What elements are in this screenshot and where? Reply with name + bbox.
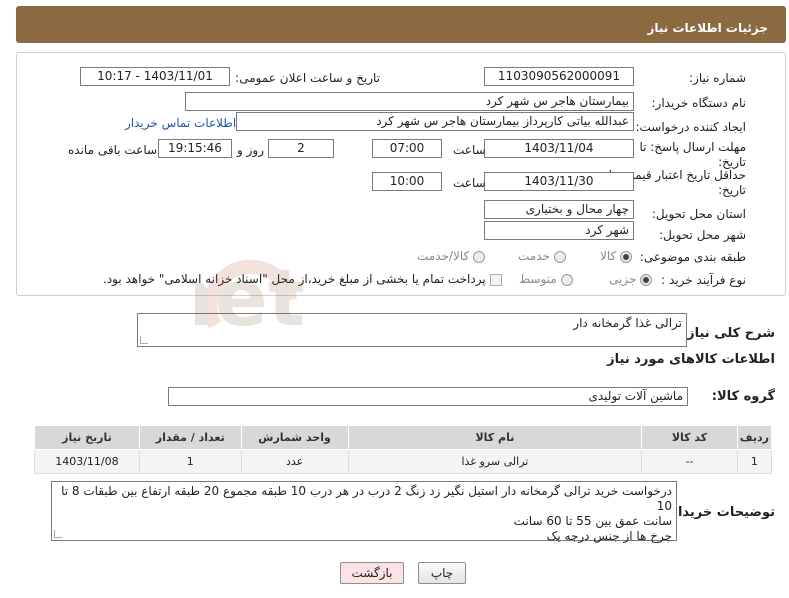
province-label: استان محل تحویل: — [651, 207, 746, 221]
page-title: جزئیات اطلاعات نیاز — [647, 21, 768, 35]
process-radio-medium[interactable]: متوسط — [519, 272, 573, 286]
announce-date-field: 1403/11/01 - 10:17 — [80, 67, 230, 86]
need-number-label: شماره نیاز: — [689, 71, 746, 85]
buyer-notes-line-2: سانت عمق بین 55 تا 60 سانت — [513, 514, 672, 528]
summary-label: شرح کلی نیاز: — [681, 326, 775, 341]
buyer-field: بیمارستان هاجر س شهر کرد — [185, 92, 634, 111]
buyer-notes-label: توضیحات خریدار: — [665, 505, 775, 520]
goods-group-field: ماشین آلات تولیدی — [168, 387, 688, 406]
table-row: 1 -- ترالی سرو غذا عدد 1 1403/11/08 — [34, 449, 773, 474]
category-service-label: خدمت — [518, 249, 550, 263]
process-radio-minor[interactable]: جزیی — [609, 272, 653, 286]
reply-days-label: روز و — [237, 143, 264, 157]
goods-group-label: گروه کالا: — [711, 389, 775, 404]
radio-icon[interactable] — [553, 250, 566, 263]
col-header-goods-code: کد کالا — [641, 425, 738, 450]
resize-handle-icon[interactable] — [140, 336, 148, 344]
cell-goods-name: ترالی سرو غذا — [347, 449, 643, 474]
reply-deadline-label-2: تاریخ: — [718, 155, 746, 169]
summary-text: ترالی غذا گرمخانه دار — [573, 316, 682, 330]
creator-field: عبدالله بیاتی کارپرداز بیمارستان هاجر س … — [236, 112, 634, 131]
resize-handle-icon[interactable] — [54, 530, 62, 538]
reply-time-label: ساعت — [453, 143, 486, 157]
category-radio-goods[interactable]: کالا — [600, 249, 633, 263]
category-radio-both[interactable]: کالا/خدمت — [417, 249, 486, 263]
col-header-quantity: تعداد / مقدار — [138, 425, 242, 450]
back-button[interactable]: بازگشت — [340, 562, 404, 584]
process-medium-label: متوسط — [519, 272, 557, 286]
treasury-payment-checkbox[interactable]: پرداخت تمام یا بخشی از مبلغ خرید،از محل … — [103, 272, 502, 286]
province-field: چهار محال و بختیاری — [484, 200, 634, 219]
city-field: شهر کرد — [484, 221, 634, 240]
radio-selected-icon[interactable] — [620, 250, 633, 263]
buyer-notes-line-3: چرخ ها از جنس درجه یک — [546, 529, 672, 543]
reply-days-field: 2 — [268, 139, 334, 158]
reply-time-field: 07:00 — [372, 139, 442, 158]
category-label: طبقه بندی موضوعی: — [639, 250, 746, 264]
remaining-time-label: ساعت باقی مانده — [68, 143, 158, 157]
buyer-label: نام دستگاه خریدار: — [651, 96, 747, 110]
radio-selected-icon[interactable] — [640, 273, 653, 286]
city-label: شهر محل تحویل: — [659, 228, 746, 242]
announce-date-label: تاریخ و ساعت اعلان عمومی: — [235, 71, 380, 85]
buyer-notes-textarea: درخواست خرید ترالی گرمخانه دار استیل نگی… — [51, 481, 677, 543]
cell-unit: عدد — [240, 449, 349, 474]
price-deadline-label-2: تاریخ: — [718, 183, 746, 197]
radio-icon[interactable] — [473, 250, 486, 263]
category-both-label: کالا/خدمت — [417, 249, 470, 263]
category-radio-service[interactable]: خدمت — [518, 249, 566, 263]
process-label: نوع فرآیند خرید : — [661, 273, 746, 287]
buyer-contact-link[interactable]: اطلاعات تماس خریدار — [125, 116, 236, 130]
cell-quantity: 1 — [138, 449, 242, 474]
need-number-field: 1103090562000091 — [484, 67, 634, 86]
radio-icon[interactable] — [560, 273, 573, 286]
goods-table-header-row: ردیف کد کالا نام کالا واحد شمارش تعداد /… — [34, 425, 773, 450]
col-header-goods-name: نام کالا — [347, 425, 643, 450]
reply-deadline-label: مهلت ارسال پاسخ: تا — [639, 140, 746, 154]
print-button[interactable]: چاپ — [418, 562, 466, 584]
buyer-notes-line-1: درخواست خرید ترالی گرمخانه دار استیل نگی… — [61, 484, 672, 513]
col-header-unit: واحد شمارش — [240, 425, 349, 450]
price-date-field: 1403/11/30 — [484, 172, 634, 191]
checkbox-icon[interactable] — [489, 273, 502, 286]
cell-goods-code: -- — [641, 449, 738, 474]
cell-need-date: 1403/11/08 — [34, 449, 140, 474]
treasury-payment-text: پرداخت تمام یا بخشی از مبلغ خرید،از محل … — [103, 272, 486, 286]
goods-info-title: اطلاعات کالاهای مورد نیاز — [607, 352, 775, 367]
col-header-row-number: ردیف — [736, 425, 773, 450]
goods-table: ردیف کد کالا نام کالا واحد شمارش تعداد /… — [34, 425, 773, 474]
price-time-field: 10:00 — [372, 172, 442, 191]
remaining-time-field: 19:15:46 — [158, 139, 232, 158]
category-goods-label: کالا — [600, 249, 617, 263]
page-header: جزئیات اطلاعات نیاز — [16, 6, 786, 43]
reply-date-field: 1403/11/04 — [484, 139, 634, 158]
cell-row-number: 1 — [736, 449, 773, 474]
price-time-label: ساعت — [453, 176, 486, 190]
process-minor-label: جزیی — [609, 272, 637, 286]
col-header-need-date: تاریخ نیاز — [34, 425, 140, 450]
summary-textarea: ترالی غذا گرمخانه دار — [137, 313, 687, 347]
creator-label: ایجاد کننده درخواست: — [635, 120, 746, 134]
